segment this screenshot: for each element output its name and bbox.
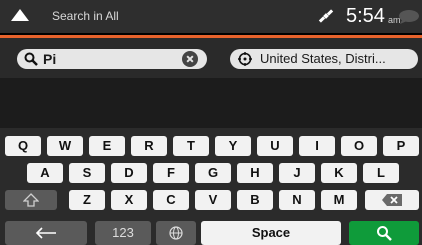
space-key[interactable]: Space [201,221,341,245]
search-icon [377,226,392,241]
key-e[interactable]: E [89,136,125,156]
top-bar: Search in All 5:54 am [0,0,422,33]
globe-icon [169,226,183,240]
search-row: Pi United States, Distri... [0,38,422,78]
menu-arrow-icon[interactable] [11,9,29,21]
backspace-icon [382,194,402,206]
shift-key[interactable] [5,190,57,210]
key-g[interactable]: G [195,163,231,183]
key-b[interactable]: B [237,190,273,210]
key-u[interactable]: U [257,136,293,156]
key-h[interactable]: H [237,163,273,183]
key-s[interactable]: S [69,163,105,183]
key-f[interactable]: F [153,163,189,183]
key-d[interactable]: D [111,163,147,183]
onscreen-keyboard: Q W E R T Y U I O P A S D F G H J K L Z … [0,128,422,245]
back-arrow-icon [35,227,56,239]
message-icon[interactable] [398,10,420,24]
key-y[interactable]: Y [215,136,251,156]
numbers-key[interactable]: 123 [95,221,151,245]
backspace-key[interactable] [365,190,419,210]
country-selector[interactable]: United States, Distri... [230,49,418,69]
screen-title: Search in All [52,9,119,23]
search-go-key[interactable] [349,221,419,245]
clear-search-icon[interactable] [182,51,198,67]
key-k[interactable]: K [321,163,357,183]
gps-satellite-icon [318,9,334,23]
key-p[interactable]: P [383,136,419,156]
key-o[interactable]: O [341,136,377,156]
shift-arrow-icon [22,193,40,207]
key-v[interactable]: V [195,190,231,210]
key-c[interactable]: C [153,190,189,210]
clock-time: 5:54 [346,5,385,27]
back-key[interactable] [5,221,87,245]
key-i[interactable]: I [299,136,335,156]
crosshair-location-icon [238,52,252,66]
key-w[interactable]: W [47,136,83,156]
country-label: United States, Distri... [260,51,386,66]
key-r[interactable]: R [131,136,167,156]
search-input[interactable]: Pi [17,49,207,69]
search-icon [24,52,38,66]
key-j[interactable]: J [279,163,315,183]
search-query-text: Pi [43,51,57,67]
key-l[interactable]: L [363,163,399,183]
key-z[interactable]: Z [69,190,105,210]
key-q[interactable]: Q [5,136,41,156]
results-area [0,78,422,128]
language-key[interactable] [156,221,196,245]
key-m[interactable]: M [321,190,357,210]
key-t[interactable]: T [173,136,209,156]
key-x[interactable]: X [111,190,147,210]
key-n[interactable]: N [279,190,315,210]
key-a[interactable]: A [27,163,63,183]
